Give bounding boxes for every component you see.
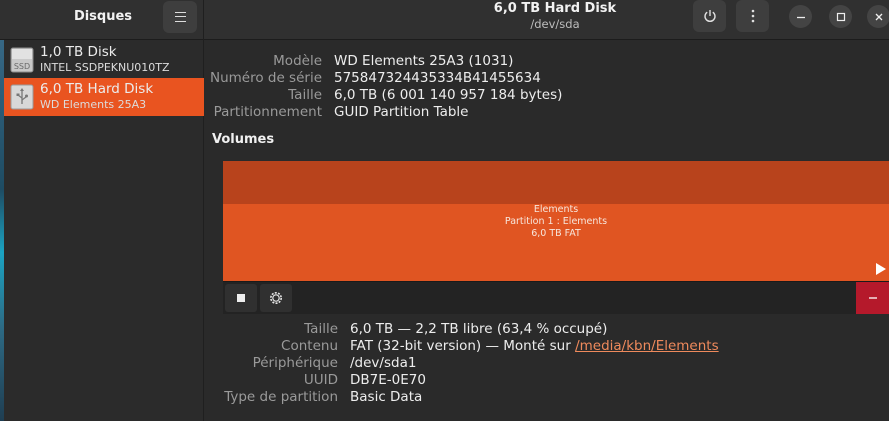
- volume-container-band: [223, 161, 889, 204]
- ssd-icon: SSD: [10, 46, 34, 74]
- partition-type-value: Basic Data: [350, 389, 423, 405]
- minimize-icon: [796, 16, 805, 18]
- size-value: 6,0 TB (6 001 140 957 184 bytes): [334, 87, 563, 103]
- close-icon: [875, 13, 882, 20]
- sidebar-item-ssd[interactable]: SSD 1,0 TB Disk INTEL SSDPEKNU010TZ: [4, 41, 204, 79]
- volume-size-value: 6,0 TB — 2,2 TB libre (63,4 % occupé): [350, 321, 608, 337]
- volume-partition-name: Partition 1 : Elements: [504, 216, 608, 227]
- window-title: 6,0 TB Hard Disk: [493, 1, 617, 16]
- mount-point-link[interactable]: /media/kbn/Elements: [575, 338, 719, 354]
- disk-sidebar: SSD 1,0 TB Disk INTEL SSDPEKNU010TZ 6,0 …: [4, 40, 204, 421]
- maximize-icon: [836, 12, 845, 21]
- volume-size-label: Taille: [304, 321, 338, 337]
- sidebar-header: Disques: [0, 0, 204, 40]
- stop-icon: [237, 294, 245, 302]
- close-button[interactable]: [867, 5, 889, 28]
- power-off-button[interactable]: [693, 0, 726, 32]
- gear-icon: [270, 292, 282, 304]
- hamburger-icon: [174, 12, 186, 22]
- volume-toolbar: [223, 281, 889, 314]
- model-label: Modèle: [273, 53, 322, 69]
- minus-icon: [868, 297, 877, 299]
- disk-name: 6,0 TB Hard Disk: [40, 81, 154, 97]
- uuid-value: DB7E-0E70: [350, 372, 426, 388]
- device-label: Périphérique: [252, 355, 338, 371]
- model-value: WD Elements 25A3 (1031): [334, 53, 514, 69]
- minimize-button[interactable]: [789, 5, 812, 28]
- unmount-button[interactable]: [225, 284, 257, 312]
- app-title: Disques: [73, 9, 133, 24]
- more-vertical-icon: [751, 9, 754, 23]
- volumes-heading: Volumes: [212, 132, 275, 147]
- volume-name: Elements: [533, 204, 579, 215]
- maximize-button[interactable]: [829, 5, 852, 28]
- device-value: /dev/sda1: [350, 355, 417, 371]
- volume-label: Elements Partition 1 : Elements 6,0 TB F…: [223, 204, 889, 240]
- volume-content-value: FAT (32-bit version) — Monté sur /media/…: [350, 338, 719, 354]
- serial-value: 575847324435334B41455634: [334, 70, 541, 86]
- disk-model: INTEL SSDPEKNU010TZ: [40, 61, 170, 74]
- volume-partition-block[interactable]: Elements Partition 1 : Elements 6,0 TB F…: [223, 161, 889, 281]
- uuid-label: UUID: [303, 372, 338, 388]
- svg-text:SSD: SSD: [14, 62, 30, 71]
- header-bar: Disques 6,0 TB Hard Disk /dev/sda: [0, 0, 889, 40]
- partition-type-label: Type de partition: [224, 389, 338, 405]
- disk-model: WD Elements 25A3: [40, 98, 147, 111]
- partition-settings-button[interactable]: [260, 284, 292, 312]
- partitioning-value: GUID Partition Table: [334, 104, 469, 120]
- usb-drive-icon: [10, 83, 34, 111]
- mounted-indicator-icon: [876, 263, 886, 275]
- size-label: Taille: [288, 87, 322, 103]
- serial-label: Numéro de série: [209, 70, 322, 86]
- disk-name: 1,0 TB Disk: [40, 44, 117, 60]
- main-menu-button[interactable]: [163, 1, 197, 33]
- content-text: FAT (32-bit version) — Monté sur: [350, 338, 576, 354]
- delete-partition-button[interactable]: [856, 282, 889, 314]
- drive-details-pane: Modèle WD Elements 25A3 (1031) Numéro de…: [205, 40, 889, 421]
- window-subtitle: /dev/sda: [530, 17, 580, 31]
- partitioning-label: Partitionnement: [213, 104, 322, 120]
- power-icon: [703, 10, 716, 23]
- sidebar-item-hard-disk[interactable]: 6,0 TB Hard Disk WD Elements 25A3: [4, 78, 204, 116]
- drive-options-button[interactable]: [736, 0, 769, 32]
- volume-content-label: Contenu: [281, 338, 338, 354]
- volume-size-fs: 6,0 TB FAT: [531, 228, 581, 239]
